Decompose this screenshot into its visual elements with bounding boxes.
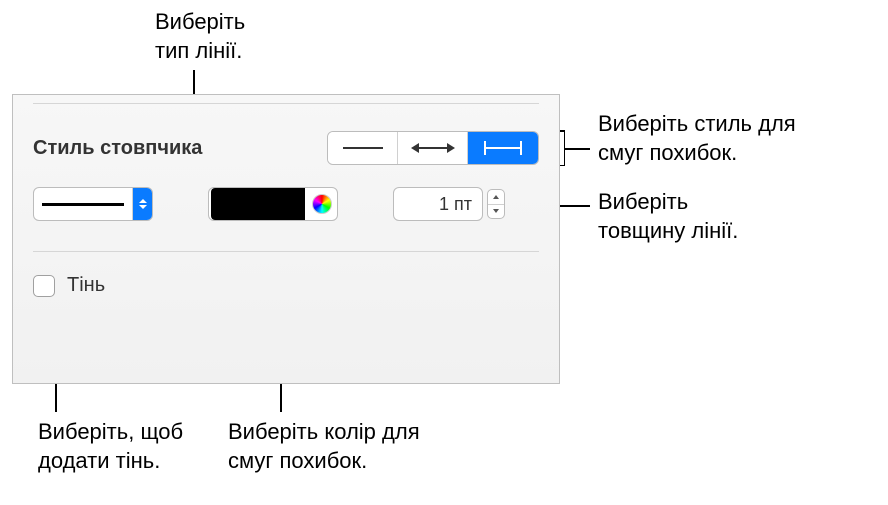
bar-style-capped[interactable] (468, 132, 538, 164)
line-sample-icon (42, 203, 124, 206)
callout-bar-style: Виберіть стиль для смуг похибок. (598, 110, 796, 167)
stepper-down-button[interactable] (488, 205, 504, 219)
callout-color: Виберіть колір для смуг похибок. (228, 418, 420, 475)
callout-line-type: Виберіть тип лінії. (155, 8, 245, 65)
callout-thickness: Виберіть товщину лінії. (598, 188, 738, 245)
shadow-label: Тінь (67, 274, 105, 297)
error-bar-style-segmented[interactable] (327, 131, 539, 165)
color-swatch[interactable] (211, 188, 305, 220)
chevron-up-icon (493, 195, 499, 199)
line-icon (343, 147, 383, 149)
section-title: Стиль стовпчика (33, 137, 202, 160)
thickness-field[interactable]: 1 пт (393, 187, 483, 221)
arrow-icon (411, 143, 455, 153)
color-well[interactable] (208, 187, 338, 221)
thickness-stepper: 1 пт (393, 187, 505, 221)
capped-bar-icon (484, 141, 522, 155)
color-wheel-button[interactable] (307, 188, 337, 220)
divider (33, 251, 539, 252)
dropdown-arrows-icon (132, 188, 152, 220)
line-type-dropdown[interactable] (33, 187, 153, 221)
shadow-checkbox[interactable] (33, 275, 55, 297)
bar-style-arrow[interactable] (398, 132, 468, 164)
stepper-up-button[interactable] (488, 190, 504, 205)
style-panel: Стиль стовпчика (12, 94, 560, 384)
color-wheel-icon (312, 194, 332, 214)
callout-line (565, 148, 590, 150)
callout-shadow: Виберіть, щоб додати тінь. (38, 418, 183, 475)
chevron-down-icon (493, 209, 499, 213)
bar-style-line[interactable] (328, 132, 398, 164)
